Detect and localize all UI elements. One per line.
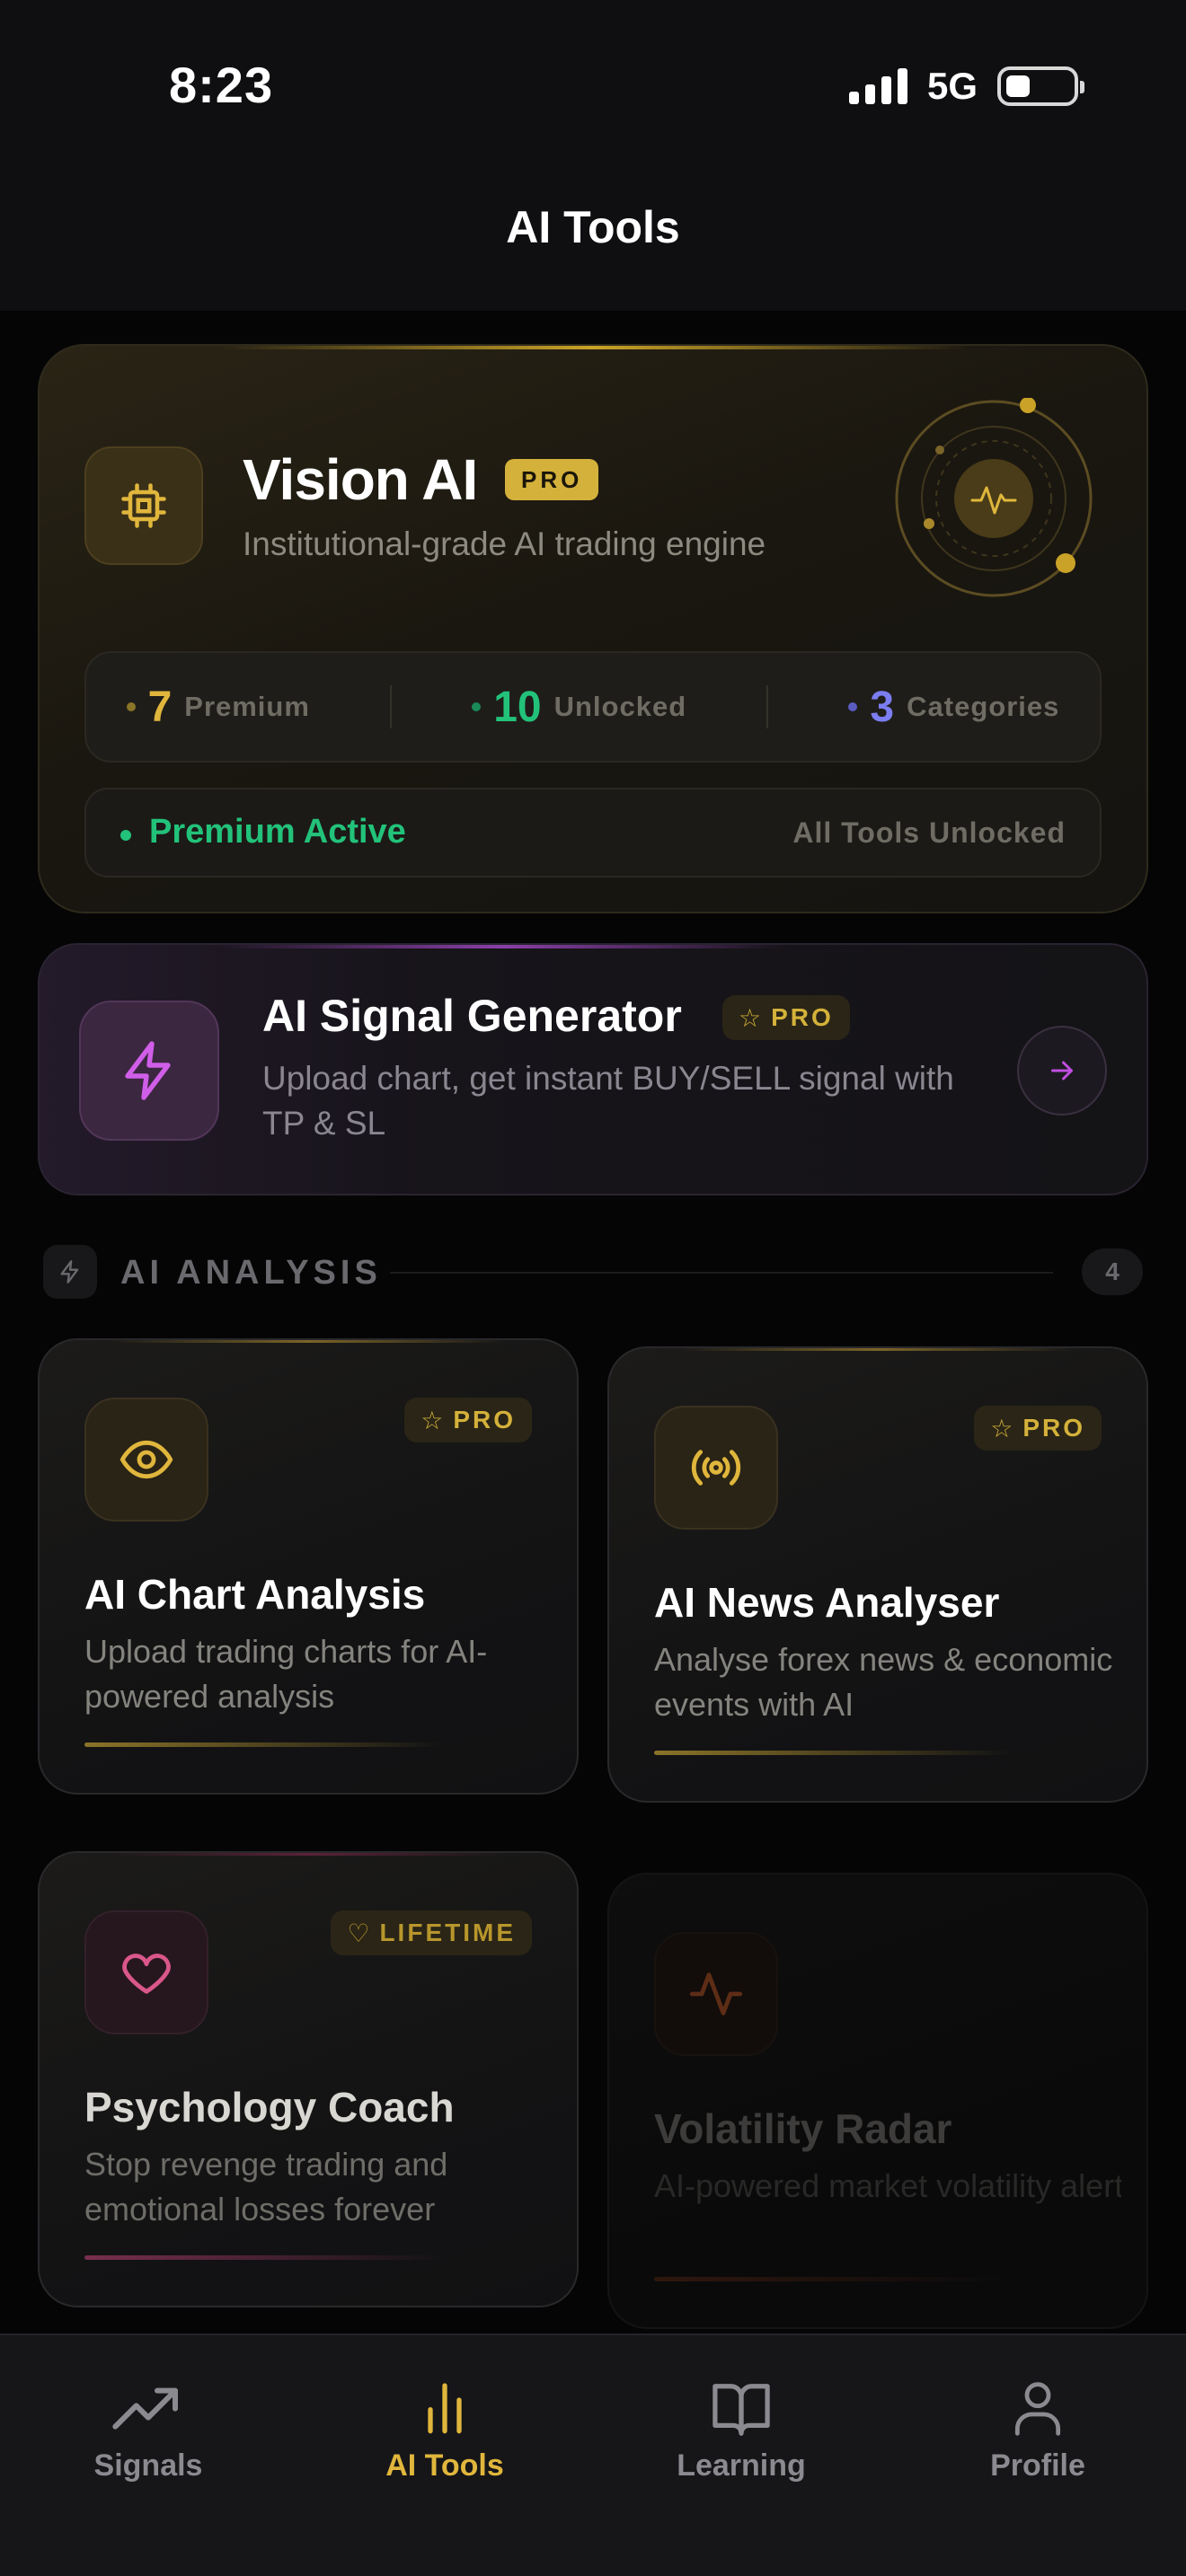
nav-label: Profile (990, 2448, 1085, 2483)
vision-stats: 7 Premium 10 Unlocked 3 Categories (84, 651, 1102, 763)
tool-card-chart-analysis[interactable]: ☆ PRO AI Chart Analysis Upload trading ch… (38, 1338, 579, 1795)
star-icon: ☆ (990, 1414, 1016, 1442)
accent-bar (654, 1751, 1013, 1755)
trending-up-icon (112, 2387, 178, 2430)
nav-ai-tools[interactable]: AI Tools (296, 2335, 593, 2576)
tool-title: Psychology Coach (84, 2084, 455, 2130)
accent-bar (84, 2255, 444, 2260)
star-icon: ☆ (739, 1003, 765, 1032)
network-type: 5G (926, 65, 978, 107)
stat-dot (848, 702, 858, 711)
active-dot (120, 830, 131, 841)
tool-title: AI News Analyser (654, 1579, 1000, 1626)
stat-label: Unlocked (553, 691, 687, 722)
pro-chip-label: PRO (771, 1003, 834, 1031)
bar-chart-icon (428, 2383, 462, 2434)
battery-icon (997, 66, 1084, 106)
stat-label: Premium (184, 691, 310, 722)
lifetime-chip: ♡ LIFETIME (331, 1910, 532, 1955)
page-title: AI Tools (506, 202, 680, 252)
book-icon (712, 2384, 770, 2436)
stat-unlocked: 10 Unlocked (472, 683, 686, 732)
stat-value: 7 (147, 683, 173, 731)
stat-value: 10 (493, 683, 542, 731)
pulse-icon (654, 1932, 778, 2056)
heart-icon (84, 1910, 208, 2034)
tool-card-psychology-coach[interactable]: ♡ LIFETIME Psychology Coach Stop revenge … (38, 1851, 579, 2307)
divider (390, 1272, 1053, 1274)
divider (766, 685, 769, 728)
status-indicators: 5G (848, 65, 1084, 108)
cpu-chip-icon (84, 446, 203, 565)
divider (390, 685, 393, 728)
tool-description: AI-powered market volatility alerts and … (654, 2167, 1121, 2204)
lightning-icon (79, 1001, 219, 1141)
user-icon (1014, 2382, 1061, 2436)
premium-status-row: Premium Active All Tools Unlocked (84, 788, 1102, 878)
tool-title: Volatility Radar (654, 2105, 952, 2152)
star-icon: ☆ (420, 1406, 447, 1434)
lifetime-chip-label: LIFETIME (379, 1919, 516, 1946)
tool-title: AI Chart Analysis (84, 1571, 426, 1618)
stat-premium: 7 Premium (126, 683, 310, 732)
stat-dot (126, 702, 136, 711)
vision-title: Vision AI (243, 447, 478, 512)
premium-active-label: Premium Active (149, 813, 406, 851)
signal-generator-title: AI Signal Generator (262, 991, 682, 1041)
tool-description: Upload trading charts for AI-powered ana… (84, 1633, 488, 1715)
stat-dot (472, 702, 482, 711)
nav-signals[interactable]: Signals (0, 2335, 296, 2576)
app-header: 8:23 5G AI Tools (0, 0, 1186, 311)
stat-categories: 3 Categories (848, 683, 1059, 732)
nav-learning[interactable]: Learning (593, 2335, 890, 2576)
tool-description: Analyse forex news & economic events wit… (654, 1641, 1113, 1723)
lightning-icon (43, 1245, 97, 1299)
vision-ai-card[interactable]: Vision AI PRO Institutional-grade AI tra… (38, 344, 1148, 913)
nav-label: Signals (93, 2448, 203, 2483)
tools-unlocked-label: All Tools Unlocked (792, 816, 1066, 849)
accent-bar (654, 2277, 1013, 2281)
status-time: 8:23 (169, 57, 274, 113)
pro-chip: ☆ PRO (404, 1398, 532, 1442)
pro-chip: ☆ PRO (974, 1406, 1102, 1451)
pro-chip-label: PRO (1022, 1414, 1085, 1442)
open-signal-generator-button[interactable] (1017, 1026, 1107, 1116)
nav-label: Learning (677, 2448, 806, 2483)
pro-badge: PRO (505, 459, 599, 500)
stat-value: 3 (870, 683, 895, 731)
ai-orb-graphic (893, 397, 1094, 599)
signal-generator-card[interactable]: AI Signal Generator ☆ PRO Upload chart, … (38, 943, 1148, 1195)
signal-generator-description: Upload chart, get instant BUY/SELL signa… (262, 1060, 954, 1142)
vision-subtitle: Institutional-grade AI trading engine (243, 525, 766, 562)
bottom-nav: Signals AI Tools Learning Profile (0, 2333, 1186, 2576)
section-header-ai-analysis: AI ANALYSIS 4 (43, 1245, 1143, 1299)
nav-profile[interactable]: Profile (890, 2335, 1186, 2576)
eye-icon (84, 1398, 208, 1522)
pro-chip-label: PRO (453, 1406, 516, 1434)
section-count-badge: 4 (1082, 1248, 1143, 1295)
nav-label: AI Tools (385, 2448, 504, 2483)
section-title: AI ANALYSIS (120, 1254, 382, 1292)
tool-card-news-analyser[interactable]: ☆ PRO AI News Analyser Analyse forex news… (607, 1346, 1148, 1803)
tool-card-volatility-radar[interactable]: Volatility Radar AI-powered market volat… (607, 1873, 1148, 2329)
stat-label: Categories (907, 691, 1060, 722)
accent-bar (84, 1742, 444, 1747)
broadcast-icon (654, 1406, 778, 1530)
award-icon: ♡ (347, 1919, 373, 1947)
tool-description: Stop revenge trading and emotional losse… (84, 2146, 448, 2228)
pro-chip: ☆ PRO (722, 995, 850, 1040)
arrow-right-icon (1051, 1061, 1073, 1081)
cellular-signal-icon (848, 68, 907, 104)
